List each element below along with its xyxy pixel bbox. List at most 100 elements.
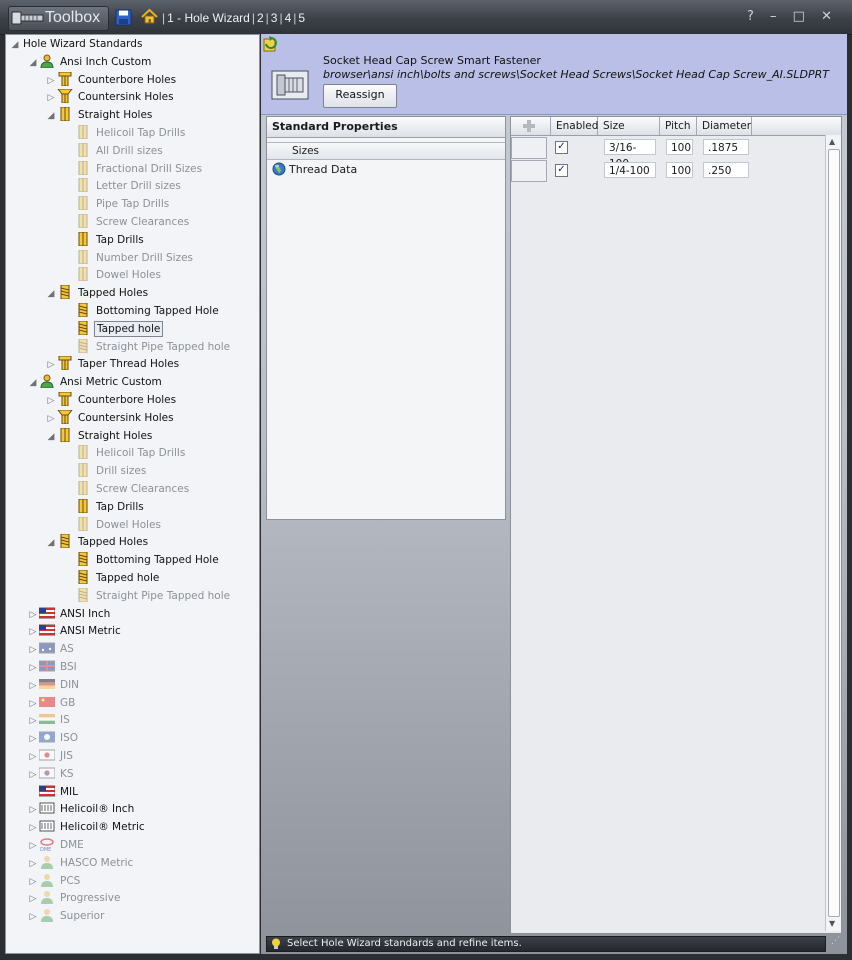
tree-item[interactable]: Tapped hole <box>63 569 161 587</box>
help-button[interactable]: ? <box>747 9 760 24</box>
expand-arrow-icon[interactable]: ▷ <box>27 748 39 766</box>
home-icon[interactable] <box>141 8 158 25</box>
expand-arrow-icon[interactable]: ▷ <box>45 356 57 374</box>
row-header[interactable] <box>511 160 547 182</box>
tree-item[interactable]: ▷ ANSI Metric <box>27 622 123 640</box>
minimize-button[interactable]: – <box>770 9 783 24</box>
collapse-arrow-icon[interactable]: ◢ <box>45 428 57 446</box>
tree-item[interactable]: Dowel Holes <box>63 266 163 284</box>
expand-arrow-icon[interactable]: ▷ <box>27 908 39 926</box>
expand-arrow-icon[interactable]: ▷ <box>45 410 57 428</box>
tree-item[interactable]: Screw Clearances <box>63 213 191 231</box>
tab-5[interactable]: 5 <box>298 11 305 25</box>
pitch-cell[interactable]: 100 <box>666 162 693 178</box>
tree-item[interactable]: ▷ Countersink Holes <box>45 88 176 106</box>
pitch-cell[interactable]: 100 <box>666 139 693 155</box>
scroll-down-icon[interactable]: ▼ <box>829 919 835 928</box>
tree-item[interactable]: MIL <box>27 783 80 801</box>
tab-3[interactable]: 3 <box>271 11 278 25</box>
diameter-column-header[interactable]: Diameter <box>697 117 752 135</box>
expand-arrow-icon[interactable]: ▷ <box>27 641 39 659</box>
scroll-thumb[interactable] <box>828 149 840 917</box>
expand-arrow-icon[interactable]: ▷ <box>45 89 57 107</box>
expand-arrow-icon[interactable]: ▷ <box>27 766 39 784</box>
pitch-column-header[interactable]: Pitch <box>660 117 697 135</box>
tree-item[interactable]: ◢ Ansi Inch Custom <box>27 53 153 71</box>
collapse-arrow-icon[interactable]: ◢ <box>27 374 39 392</box>
tree-item[interactable]: ▷ KS <box>27 765 76 783</box>
expand-arrow-icon[interactable]: ▷ <box>27 855 39 873</box>
expand-arrow-icon[interactable]: ▷ <box>27 873 39 891</box>
resize-grip-icon[interactable]: ⋰ <box>831 936 840 946</box>
tree-item[interactable]: ▷ Counterbore Holes <box>45 391 178 409</box>
close-button[interactable]: ✕ <box>821 9 838 24</box>
tree-item[interactable]: ◢ Straight Holes <box>45 427 154 445</box>
tree-item[interactable]: ▷ AS <box>27 640 76 658</box>
tree-item[interactable]: ▷ ANSI Inch <box>27 605 112 623</box>
tree-item[interactable]: ▷ Superior <box>27 907 106 925</box>
expand-arrow-icon[interactable]: ▷ <box>27 801 39 819</box>
row-header[interactable] <box>511 137 547 159</box>
diameter-cell[interactable]: .250 <box>703 162 749 178</box>
tree-item[interactable]: ▷ HASCO Metric <box>27 854 135 872</box>
tree-item[interactable]: ◢ Straight Holes <box>45 106 154 124</box>
refresh-icon[interactable] <box>263 36 279 52</box>
tree-item[interactable]: Fractional Drill Sizes <box>63 160 204 178</box>
expand-arrow-icon[interactable]: ▷ <box>27 623 39 641</box>
collapse-arrow-icon[interactable]: ◢ <box>45 285 57 303</box>
tree-item[interactable]: ◢ Hole Wizard Standards <box>9 35 144 53</box>
tree-item[interactable]: ▷ Progressive <box>27 889 122 907</box>
expand-arrow-icon[interactable]: ▷ <box>27 890 39 908</box>
tree-item[interactable]: ▷ Helicoil® Inch <box>27 800 136 818</box>
add-row-header[interactable] <box>511 117 551 135</box>
expand-arrow-icon[interactable]: ▷ <box>27 677 39 695</box>
tab-2[interactable]: 2 <box>257 11 264 25</box>
size-cell[interactable]: 1/4-100 <box>604 162 656 178</box>
expand-arrow-icon[interactable]: ▷ <box>27 712 39 730</box>
tree-item[interactable]: ▷ BSI <box>27 658 79 676</box>
maximize-button[interactable]: □ <box>793 9 811 24</box>
tree-item[interactable]: ▷ DIN <box>27 676 81 694</box>
tree-item[interactable]: Straight Pipe Tapped hole <box>63 338 232 356</box>
expand-arrow-icon[interactable]: ▷ <box>45 72 57 90</box>
size-column-header[interactable]: Size <box>598 117 660 135</box>
enabled-column-header[interactable]: Enabled <box>551 117 598 135</box>
save-icon[interactable] <box>115 9 132 26</box>
scroll-up-icon[interactable]: ▲ <box>829 137 835 146</box>
tree-item[interactable]: Drill sizes <box>63 462 148 480</box>
tree-item[interactable]: ▷ PCS <box>27 872 82 890</box>
tree-item[interactable]: ▷ DME DME <box>27 836 86 854</box>
reassign-button[interactable]: Reassign <box>323 84 397 108</box>
tree-item[interactable]: ▷ Helicoil® Metric <box>27 818 147 836</box>
tree-item[interactable]: Dowel Holes <box>63 516 163 534</box>
diameter-cell[interactable]: .1875 <box>703 139 749 155</box>
tree-item[interactable]: Bottoming Tapped Hole <box>63 551 221 569</box>
tree-item[interactable]: Tap Drills <box>63 231 146 249</box>
tree-item[interactable]: ▷ ISO <box>27 729 80 747</box>
tree-item[interactable]: Bottoming Tapped Hole <box>63 302 221 320</box>
tree-item[interactable]: ▷ Counterbore Holes <box>45 71 178 89</box>
thread-data-item[interactable]: Thread Data <box>267 160 505 180</box>
tree-item[interactable]: ◢ Tapped Holes <box>45 284 150 302</box>
tree-item[interactable]: ▷ Taper Thread Holes <box>45 355 181 373</box>
standards-tree[interactable]: ◢ Hole Wizard Standards ◢ Ansi Inch Custom ▷… <box>5 34 260 954</box>
tree-item[interactable]: All Drill sizes <box>63 142 165 160</box>
tree-item[interactable]: Number Drill Sizes <box>63 249 195 267</box>
tree-item[interactable]: ▷ Countersink Holes <box>45 409 176 427</box>
expand-arrow-icon[interactable]: ▷ <box>27 837 39 855</box>
expand-arrow-icon[interactable]: ▷ <box>45 392 57 410</box>
tree-item[interactable]: Tapped hole <box>63 320 164 338</box>
collapse-arrow-icon[interactable]: ◢ <box>45 107 57 125</box>
size-cell[interactable]: 3/16-100 <box>604 139 656 170</box>
tab-4[interactable]: 4 <box>285 11 292 25</box>
collapse-arrow-icon[interactable]: ◢ <box>45 534 57 552</box>
tree-item[interactable]: Straight Pipe Tapped hole <box>63 587 232 605</box>
tree-item[interactable]: Letter Drill sizes <box>63 177 183 195</box>
collapse-arrow-icon[interactable]: ◢ <box>27 54 39 72</box>
expand-arrow-icon[interactable]: ▷ <box>27 659 39 677</box>
tab-hole-wizard[interactable]: 1 - Hole Wizard <box>167 11 250 25</box>
tree-item[interactable]: Helicoil Tap Drills <box>63 444 187 462</box>
expand-arrow-icon[interactable]: ▷ <box>27 606 39 624</box>
tree-item[interactable]: Pipe Tap Drills <box>63 195 171 213</box>
tree-item[interactable]: ◢ Tapped Holes <box>45 533 150 551</box>
